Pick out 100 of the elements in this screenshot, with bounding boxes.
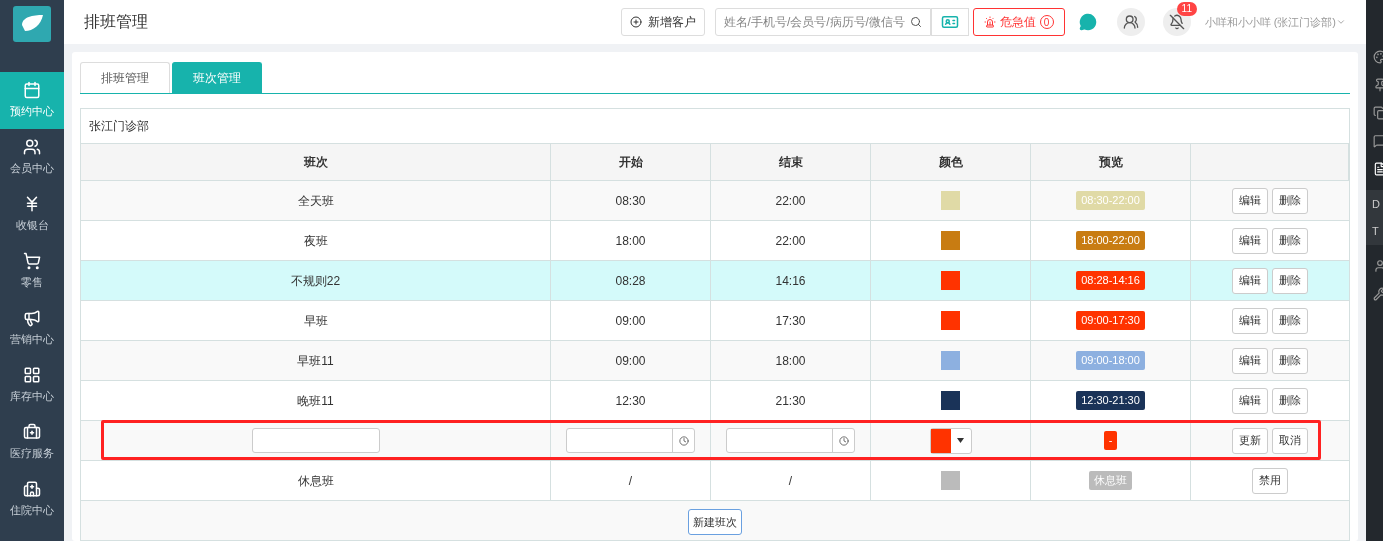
chat-icon[interactable] xyxy=(1078,13,1097,31)
table-cell-text: 18:00 xyxy=(775,352,806,370)
table-cell-text: 早班11 xyxy=(297,352,334,370)
time-field[interactable] xyxy=(726,428,855,453)
preview-tag: 18:00-22:00 xyxy=(1076,231,1145,250)
preview-tag: 09:00-17:30 xyxy=(1076,311,1145,330)
document-icon[interactable] xyxy=(1373,162,1383,176)
clock-icon xyxy=(678,435,689,446)
action-button[interactable]: 编辑 xyxy=(1232,347,1268,374)
side-menu-item[interactable]: D xyxy=(1366,196,1383,213)
preview-tag: 08:30-22:00 xyxy=(1076,191,1145,210)
table-row[interactable]: 全天班 08:30 22:00 08:30-22:00 编辑 删除 xyxy=(81,181,1349,221)
action-button[interactable]: 删除 xyxy=(1272,187,1308,214)
siren-icon xyxy=(983,16,996,28)
action-button[interactable]: 删除 xyxy=(1272,307,1308,334)
action-button[interactable]: 编辑 xyxy=(1232,307,1268,334)
users-icon xyxy=(23,138,41,157)
palette-icon[interactable] xyxy=(1373,50,1383,64)
caret-icon xyxy=(957,438,964,443)
table-cell-text: 休息班 xyxy=(297,472,334,490)
megaphone-icon xyxy=(23,309,41,328)
table-cell-text: 12:30 xyxy=(615,392,646,410)
grid-icon xyxy=(23,366,41,385)
table-cell-text: 早班 xyxy=(303,312,328,330)
table-cell-text: 18:00 xyxy=(615,232,646,250)
preview-tag: - xyxy=(1103,431,1118,450)
preview-tag: 09:00-18:00 xyxy=(1076,351,1145,370)
shift-name-field[interactable] xyxy=(251,428,380,453)
cart-icon xyxy=(23,252,41,271)
table-cell-text: 不规则22 xyxy=(290,272,341,290)
add-customer-button[interactable]: 新增客户 xyxy=(620,8,705,36)
action-button[interactable]: 更新 xyxy=(1232,427,1268,454)
tab[interactable]: 排班管理 xyxy=(80,62,170,93)
table-cell-text: 17:30 xyxy=(775,312,806,330)
search-icon xyxy=(909,16,922,28)
pin-icon[interactable] xyxy=(1373,78,1383,92)
clock-icon xyxy=(838,435,849,446)
table-row[interactable]: 夜班 18:00 22:00 18:00-22:00 编辑 删除 xyxy=(81,221,1349,261)
table-cell-text: 08:30 xyxy=(615,192,646,210)
side-menu-item[interactable]: T xyxy=(1366,222,1383,239)
chevron-icon xyxy=(1336,17,1346,27)
action-button[interactable]: 编辑 xyxy=(1232,267,1268,294)
comment-icon[interactable] xyxy=(1373,134,1383,148)
table-cell-text: 21:30 xyxy=(775,392,806,410)
time-field[interactable] xyxy=(566,428,695,453)
wrench-icon[interactable] xyxy=(1373,287,1383,301)
id-card-button[interactable] xyxy=(930,8,969,36)
table-cell-text: / xyxy=(788,472,793,490)
critical-value-button[interactable]: 危急值 0 xyxy=(972,8,1065,36)
action-button[interactable]: 删除 xyxy=(1272,227,1308,254)
action-button[interactable]: 编辑 xyxy=(1232,387,1268,414)
table-row[interactable]: 早班 09:00 17:30 09:00-17:30 编辑 删除 xyxy=(81,301,1349,341)
action-button[interactable]: 删除 xyxy=(1272,267,1308,294)
search-field[interactable]: 姓名/手机号/会员号/病历号/微信号 xyxy=(714,8,931,36)
copy-icon[interactable] xyxy=(1373,106,1383,120)
hospital-icon xyxy=(23,480,41,499)
table-cell-text: 晚班11 xyxy=(297,392,334,410)
color-select[interactable] xyxy=(929,427,972,454)
logo-icon xyxy=(13,6,51,42)
calendar-icon xyxy=(23,81,41,100)
id-card-icon xyxy=(940,13,959,31)
notification-count: 11 xyxy=(1176,2,1197,16)
table-row[interactable]: 早班11 09:00 18:00 09:00-18:00 编辑 删除 xyxy=(81,341,1349,381)
action-button[interactable]: 编辑 xyxy=(1232,227,1268,254)
plus-icon xyxy=(629,16,642,28)
column-header: 开始 xyxy=(618,154,643,171)
group-icon[interactable] xyxy=(1116,8,1145,36)
sidebar-item[interactable]: 营销中心 xyxy=(0,300,64,357)
preview-tag: 12:30-21:30 xyxy=(1076,391,1145,410)
sidebar-item[interactable]: 库存中心 xyxy=(0,357,64,414)
table-cell-text: 14:16 xyxy=(775,272,806,290)
sidebar-item[interactable]: 零售 xyxy=(0,243,64,300)
column-header: 结束 xyxy=(778,154,803,171)
table-row[interactable]: - 更新 取消 xyxy=(81,421,1349,461)
sidebar-item[interactable]: 医疗服务 xyxy=(0,414,64,471)
sidebar-item[interactable]: 会员中心 xyxy=(0,129,64,186)
sidebar-item[interactable]: 收银台 xyxy=(0,186,64,243)
new-shift-button[interactable]: 新建班次 xyxy=(688,509,742,535)
action-button[interactable]: 取消 xyxy=(1272,427,1308,454)
panel-title: 张江门诊部 xyxy=(89,118,149,135)
table-row[interactable]: 不规则22 08:28 14:16 08:28-14:16 编辑 删除 xyxy=(81,261,1349,301)
table-cell-text: 全天班 xyxy=(297,192,334,210)
table-cell-text: 09:00 xyxy=(615,352,646,370)
table-row[interactable]: 晚班11 12:30 21:30 12:30-21:30 编辑 删除 xyxy=(81,381,1349,421)
table-cell-text: 22:00 xyxy=(775,232,806,250)
column-header: 班次 xyxy=(303,154,328,171)
action-button[interactable]: 禁用 xyxy=(1252,467,1288,494)
sidebar-item[interactable]: 住院中心 xyxy=(0,471,64,528)
table-cell-text: 夜班 xyxy=(303,232,328,250)
action-button[interactable]: 删除 xyxy=(1272,347,1308,374)
table-cell-text: 22:00 xyxy=(775,192,806,210)
user-icon[interactable] xyxy=(1373,259,1383,273)
page-title: 排班管理 xyxy=(84,12,148,32)
preview-tag: 08:28-14:16 xyxy=(1076,271,1145,290)
action-button[interactable]: 编辑 xyxy=(1232,187,1268,214)
medkit-icon xyxy=(23,423,41,442)
action-button[interactable]: 删除 xyxy=(1272,387,1308,414)
column-header: 预览 xyxy=(1098,154,1123,171)
column-header: 颜色 xyxy=(938,154,963,171)
table-cell-text: / xyxy=(628,472,633,490)
